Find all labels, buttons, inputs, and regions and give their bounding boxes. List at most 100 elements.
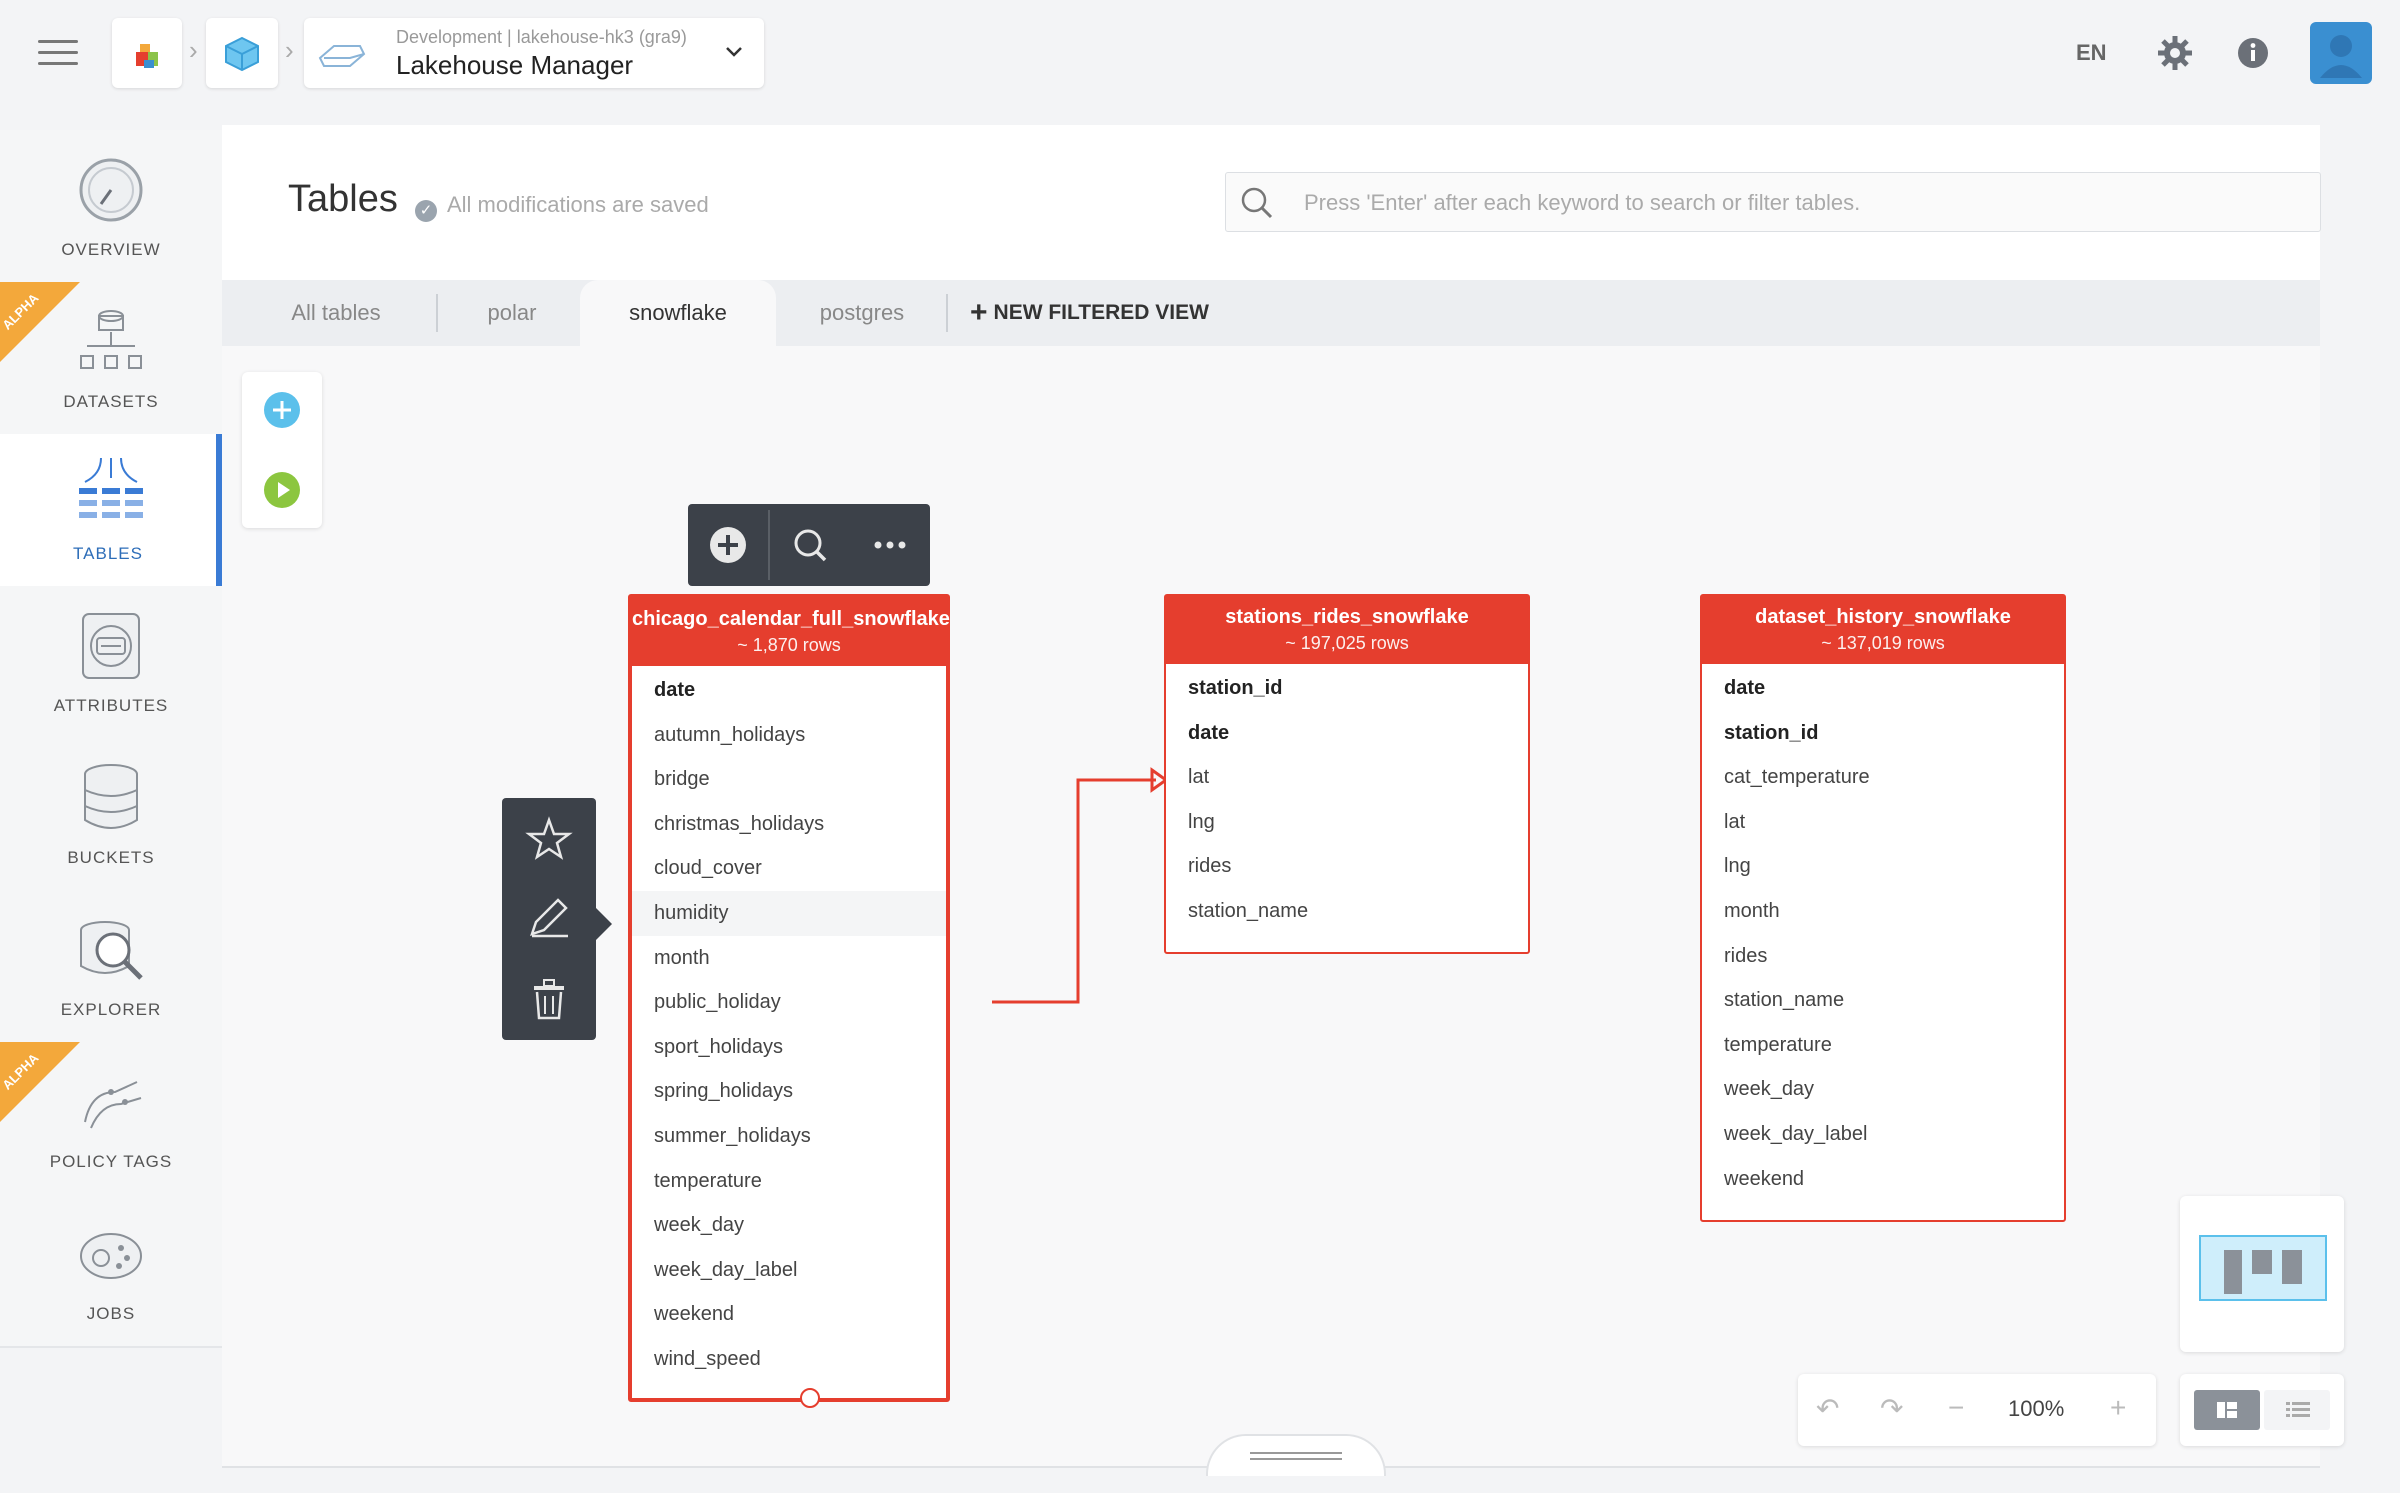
tab-postgres[interactable]: postgres	[796, 280, 928, 346]
search-input[interactable]	[1302, 183, 2306, 223]
table-field[interactable]: lng	[1702, 844, 2064, 889]
table-field[interactable]: date	[632, 668, 946, 713]
table-field[interactable]: weekend	[632, 1292, 946, 1337]
table-field[interactable]: christmas_holidays	[632, 802, 946, 847]
sidebar-item-tables[interactable]: TABLES	[0, 434, 222, 588]
redo-icon[interactable]: ↷	[1880, 1392, 1903, 1425]
settings-gear-icon[interactable]	[2156, 34, 2194, 72]
table-field[interactable]: date	[1702, 666, 2064, 711]
table-relationship-connector[interactable]	[990, 760, 1170, 1010]
sidebar-item-jobs[interactable]: JOBS	[0, 1194, 222, 1348]
table-field[interactable]: rides	[1702, 934, 2064, 979]
sidebar-item-label: JOBS	[86, 1304, 136, 1323]
jobs-icon	[80, 1233, 142, 1279]
project-subtitle: Development | lakehouse-hk3 (gra9)	[396, 27, 687, 47]
table-field[interactable]: week_day	[632, 1203, 946, 1248]
new-filtered-view-button[interactable]: + NEW FILTERED VIEW	[970, 280, 1209, 346]
sidebar-item-attributes[interactable]: ATTRIBUTES	[0, 586, 222, 740]
table-card-chicago-calendar[interactable]: chicago_calendar_full_snowflake ~ 1,870 …	[628, 594, 950, 1402]
favorite-field-button[interactable]	[502, 798, 596, 878]
table-field[interactable]: lng	[1166, 800, 1528, 845]
add-field-button[interactable]	[688, 504, 768, 586]
table-field[interactable]: wind_speed	[632, 1337, 946, 1382]
canvas-minimap[interactable]	[2180, 1196, 2344, 1352]
table-card-header: dataset_history_snowflake ~ 137,019 rows	[1702, 596, 2064, 664]
tab-polar[interactable]: polar	[462, 280, 562, 346]
menu-icon[interactable]	[38, 40, 78, 70]
table-field[interactable]: rides	[1166, 844, 1528, 889]
tables-icon	[79, 457, 143, 518]
table-card-dataset-history[interactable]: dataset_history_snowflake ~ 137,019 rows…	[1700, 594, 2066, 1222]
table-field[interactable]: lat	[1702, 800, 2064, 845]
table-field[interactable]: station_name	[1702, 978, 2064, 1023]
tab-divider	[946, 294, 948, 332]
attributes-icon	[82, 613, 140, 679]
home-logo-button[interactable]	[112, 18, 182, 88]
app-logo-icon	[136, 44, 158, 68]
sidebar-item-overview[interactable]: OVERVIEW	[0, 130, 222, 284]
delete-field-button[interactable]	[502, 958, 596, 1038]
more-options-button[interactable]	[850, 504, 930, 586]
sidebar-item-policy-tags[interactable]: ALPHA POLICY TAGS	[0, 1042, 222, 1196]
alpha-badge: ALPHA	[0, 1042, 80, 1122]
project-cube-button[interactable]	[206, 18, 278, 88]
run-button[interactable]	[264, 472, 300, 508]
add-table-button[interactable]	[264, 392, 300, 428]
table-field[interactable]: week_day_label	[632, 1248, 946, 1293]
table-field[interactable]: temperature	[632, 1159, 946, 1204]
table-field[interactable]: station_name	[1166, 889, 1528, 934]
zoom-controls: ↶ ↷ − 100% +	[1798, 1374, 2156, 1446]
user-silhouette-icon	[2320, 35, 2362, 78]
user-avatar[interactable]	[2310, 22, 2372, 84]
zoom-out-button[interactable]: −	[1948, 1392, 1964, 1424]
table-row-count: ~ 137,019 rows	[1821, 633, 1945, 653]
table-field[interactable]: lat	[1166, 755, 1528, 800]
table-field[interactable]: weekend	[1702, 1157, 2064, 1202]
table-field[interactable]: month	[1702, 889, 2064, 934]
edit-field-button[interactable]	[502, 878, 596, 958]
table-field[interactable]: sport_holidays	[632, 1025, 946, 1070]
table-field-highlighted[interactable]: humidity	[632, 890, 946, 936]
table-field[interactable]: bridge	[632, 757, 946, 802]
sidebar-item-buckets[interactable]: BUCKETS	[0, 738, 222, 892]
save-status-text: All modifications are saved	[447, 192, 709, 217]
tab-all-tables[interactable]: All tables	[270, 280, 402, 346]
table-field[interactable]: week_day_label	[1702, 1112, 2064, 1157]
table-field[interactable]: month	[632, 936, 946, 981]
project-selector[interactable]: Development | lakehouse-hk3 (gra9) Lakeh…	[304, 18, 764, 88]
breadcrumb-separator: ›	[189, 35, 198, 65]
undo-icon[interactable]: ↶	[1816, 1392, 1839, 1425]
table-field[interactable]: station_id	[1702, 711, 2064, 756]
list-view-button[interactable]	[2264, 1390, 2330, 1430]
table-field[interactable]: cloud_cover	[632, 846, 946, 891]
canvas-tools	[242, 372, 322, 528]
info-icon[interactable]	[2236, 36, 2270, 70]
table-field[interactable]: station_id	[1166, 666, 1528, 711]
tab-divider	[436, 294, 438, 332]
table-field[interactable]: temperature	[1702, 1023, 2064, 1068]
table-row-count: ~ 197,025 rows	[1285, 633, 1409, 653]
table-field[interactable]: week_day	[1702, 1067, 2064, 1112]
tab-snowflake[interactable]: snowflake	[580, 280, 776, 346]
table-field[interactable]: date	[1166, 711, 1528, 756]
table-row-count: ~ 1,870 rows	[737, 635, 841, 655]
table-field[interactable]: autumn_holidays	[632, 713, 946, 758]
table-field[interactable]: spring_holidays	[632, 1069, 946, 1114]
project-title: Lakehouse Manager	[396, 50, 634, 80]
table-card-stations-rides[interactable]: stations_rides_snowflake ~ 197,025 rows …	[1164, 594, 1530, 954]
bottom-drawer-handle[interactable]	[1206, 1434, 1386, 1476]
table-search[interactable]	[1225, 172, 2321, 232]
language-selector[interactable]: EN	[2076, 40, 2107, 66]
table-field[interactable]: summer_holidays	[632, 1114, 946, 1159]
sidebar-item-datasets[interactable]: ALPHA DATASETS	[0, 282, 222, 436]
chevron-down-icon	[726, 47, 742, 57]
sidebar-item-label: DATASETS	[63, 392, 159, 411]
diagram-view-button[interactable]	[2194, 1390, 2260, 1430]
table-field[interactable]: public_holiday	[632, 980, 946, 1025]
save-status: ✓ All modifications are saved	[415, 192, 709, 222]
connection-handle[interactable]	[800, 1388, 820, 1408]
inspect-button[interactable]	[770, 504, 850, 586]
zoom-in-button[interactable]: +	[2110, 1392, 2126, 1424]
sidebar-item-explorer[interactable]: EXPLORER	[0, 890, 222, 1044]
table-field[interactable]: cat_temperature	[1702, 755, 2064, 800]
